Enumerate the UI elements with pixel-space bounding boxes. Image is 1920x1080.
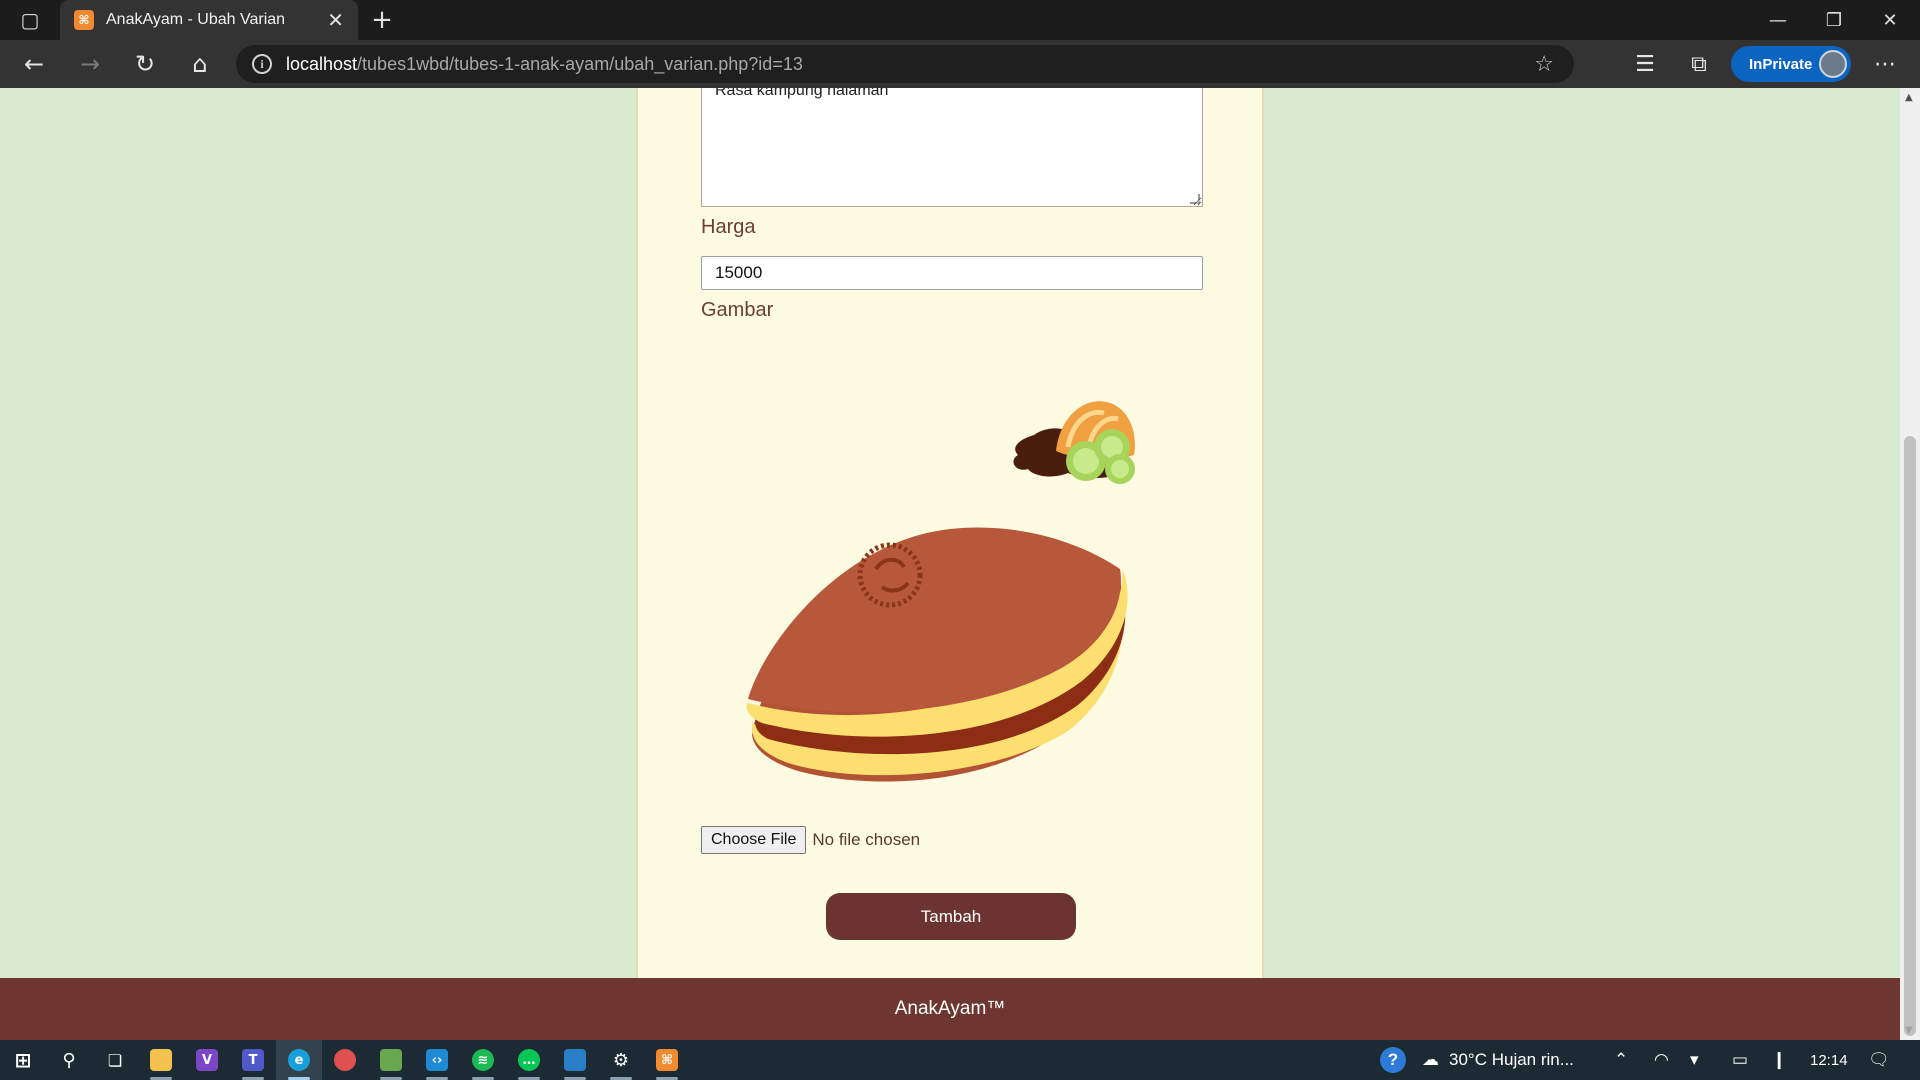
spotify-icon[interactable]: ≋ — [460, 1040, 506, 1080]
refresh-icon[interactable]: ↻ — [125, 44, 165, 84]
edit-variant-form-card: Rasa kampung halaman Harga 15000 Gambar — [636, 88, 1264, 1040]
minimize-icon[interactable]: — — [1750, 0, 1806, 40]
site-footer: AnakAyam™ — [0, 978, 1900, 1040]
xampp-icon[interactable]: ⌘ — [644, 1040, 690, 1080]
tab-actions-icon[interactable]: ▢ — [2, 0, 58, 40]
settings-icon[interactable]: ⚙ — [598, 1040, 644, 1080]
file-status-text: No file chosen — [812, 830, 921, 849]
tab-title: AnakAyam - Ubah Varian — [106, 11, 286, 28]
collections-icon[interactable]: ⧉ — [1679, 44, 1719, 84]
wifi-icon[interactable]: ◠ — [1654, 1040, 1669, 1080]
photos-icon[interactable] — [552, 1040, 598, 1080]
inprivate-button[interactable]: InPrivate — [1731, 46, 1851, 82]
microphone-icon[interactable]: ❙ — [1772, 1040, 1786, 1080]
deskripsi-textarea[interactable]: Rasa kampung halaman — [701, 88, 1203, 207]
notifications-icon[interactable]: 🗨 — [1868, 1040, 1890, 1080]
help-icon[interactable]: ? — [1380, 1040, 1406, 1080]
weather-widget[interactable]: ☁ 30°C Hujan rin... — [1422, 1040, 1574, 1080]
start-icon[interactable]: ⊞ — [0, 1040, 46, 1080]
tambah-button[interactable]: Tambah — [826, 893, 1076, 940]
site-info-icon[interactable]: i — [252, 54, 272, 74]
resize-handle-icon[interactable] — [1190, 194, 1200, 204]
line-icon[interactable]: … — [506, 1040, 552, 1080]
windows-taskbar: ⊞ ⚲ ❏ V T e ‹› ≋ … ⚙ ⌘ ? ☁ 30°C Hujan ri… — [0, 1040, 1920, 1080]
show-hidden-icons[interactable]: ⌃ — [1614, 1040, 1628, 1080]
clock-time: 12:14 — [1810, 1051, 1848, 1069]
notepad-icon[interactable] — [368, 1040, 414, 1080]
home-icon[interactable]: ⌂ — [180, 44, 220, 84]
battery-icon[interactable]: ▭ — [1732, 1040, 1748, 1080]
tab-bar: ▢ ⌘ AnakAyam - Ubah Varian ✕ + — ❐ ✕ — [0, 0, 1920, 40]
page-viewport: Rasa kampung halaman Harga 15000 Gambar — [0, 88, 1900, 1040]
footer-brand: AnakAyam™ — [894, 998, 1006, 1019]
vscode-icon[interactable]: ‹› — [414, 1040, 460, 1080]
more-options-icon[interactable]: ⋯ — [1865, 44, 1905, 84]
task-view-icon[interactable]: ❏ — [92, 1040, 138, 1080]
active-tab[interactable]: ⌘ AnakAyam - Ubah Varian ✕ — [60, 0, 358, 40]
pastry-garnish-illustration — [1013, 401, 1135, 484]
edge-icon[interactable]: e — [276, 1040, 322, 1080]
page-scrollbar[interactable]: ▲ ▼ — [1900, 88, 1920, 1040]
antivirus-icon[interactable]: ▾ — [1690, 1040, 1699, 1080]
new-tab-icon[interactable]: + — [364, 2, 400, 38]
snipping-tool-icon[interactable] — [322, 1040, 368, 1080]
browser-toolbar: ← → ↻ ⌂ i localhost/tubes1wbd/tubes-1-an… — [0, 40, 1920, 88]
favorites-icon[interactable]: ☰ — [1625, 44, 1665, 84]
add-favorite-icon[interactable]: ☆ — [1534, 52, 1554, 77]
teams-icon[interactable]: T — [230, 1040, 276, 1080]
window-close-icon[interactable]: ✕ — [1862, 0, 1918, 40]
scroll-up-icon[interactable]: ▲ — [1905, 92, 1913, 103]
restore-icon[interactable]: ❐ — [1806, 0, 1862, 40]
variant-image-preview — [746, 401, 1135, 782]
forward-icon[interactable]: → — [70, 44, 110, 84]
harga-value: 15000 — [715, 263, 763, 282]
file-upload: Choose File No file chosen — [701, 826, 920, 854]
url-host: localhost — [286, 53, 358, 74]
scroll-down-icon[interactable]: ▼ — [1905, 1025, 1913, 1036]
choose-file-button[interactable]: Choose File — [701, 826, 807, 854]
clock[interactable]: 12:14 — [1810, 1040, 1848, 1080]
file-explorer-icon[interactable] — [138, 1040, 184, 1080]
weather-text: 30°C Hujan rin... — [1449, 1050, 1574, 1069]
weather-icon: ☁ — [1422, 1050, 1439, 1069]
deskripsi-text: Rasa kampung halaman — [715, 88, 889, 99]
xampp-favicon-icon: ⌘ — [74, 10, 94, 30]
search-icon[interactable]: ⚲ — [46, 1040, 92, 1080]
tab-close-icon[interactable]: ✕ — [327, 8, 344, 32]
profile-avatar — [1819, 50, 1847, 78]
address-bar[interactable]: i localhost/tubes1wbd/tubes-1-anak-ayam/… — [236, 45, 1574, 83]
harga-label: Harga — [701, 216, 756, 238]
dorayaki-illustration — [746, 527, 1128, 782]
url-path: /tubes1wbd/tubes-1-anak-ayam/ubah_varian… — [357, 53, 803, 74]
gambar-label: Gambar — [701, 299, 774, 321]
inprivate-label: InPrivate — [1749, 55, 1813, 73]
scrollbar-thumb[interactable] — [1904, 436, 1916, 1036]
visual-studio-icon[interactable]: V — [184, 1040, 230, 1080]
harga-input[interactable]: 15000 — [701, 256, 1203, 290]
back-icon[interactable]: ← — [14, 44, 54, 84]
